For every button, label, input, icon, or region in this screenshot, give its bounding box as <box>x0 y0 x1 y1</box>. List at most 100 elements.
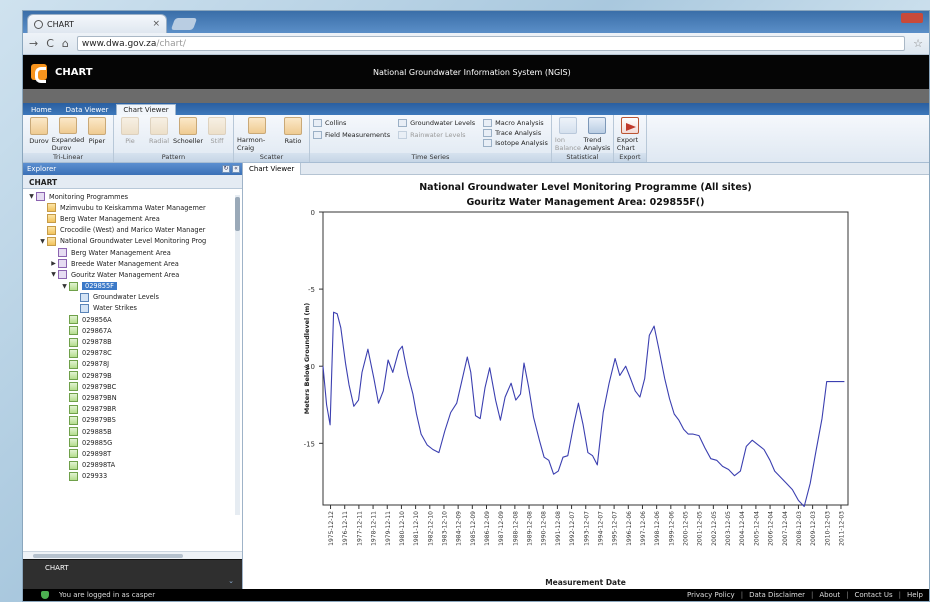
tab-data-viewer[interactable]: Data Viewer <box>60 104 115 115</box>
durov-button[interactable]: Durov <box>26 117 52 152</box>
tree-vertical-scrollbar[interactable] <box>235 195 240 515</box>
tree-node[interactable]: ▶ Breede Water Management Area <box>23 258 242 269</box>
tree-node[interactable]: 029879B <box>23 370 242 381</box>
tree-node[interactable]: 029898T <box>23 448 242 459</box>
tree-node[interactable]: 029879BN <box>23 392 242 403</box>
tree-node[interactable]: 029856A <box>23 314 242 325</box>
refresh-icon[interactable]: ↻ <box>222 165 230 173</box>
x-tick-label: 2009-12-03 <box>810 511 817 546</box>
footer-link[interactable]: Data Disclaimer <box>749 591 805 599</box>
trend-analysis-button[interactable]: Trend Analysis <box>584 117 610 152</box>
tab-chart-viewer-panel[interactable]: Chart Viewer <box>243 163 302 175</box>
isotope-analysis-button[interactable]: Isotope Analysis <box>483 139 548 147</box>
radial-button[interactable]: Radial <box>146 117 172 152</box>
footer-link[interactable]: About <box>819 591 840 599</box>
tree-node-label: 029879B <box>82 371 112 380</box>
stiff-button[interactable]: Stiff <box>204 117 230 152</box>
tree-node[interactable]: Mzimvubu to Keiskamma Water Managemer <box>23 202 242 213</box>
schoeller-button[interactable]: Schoeller <box>173 117 203 152</box>
footer-link[interactable]: Privacy Policy <box>687 591 735 599</box>
tree-node[interactable]: 029885B <box>23 426 242 437</box>
expand-toggle-icon[interactable]: ▶ <box>49 260 58 267</box>
tab-chart-viewer[interactable]: Chart Viewer <box>116 104 176 115</box>
tree-node[interactable]: ▼ National Groundwater Level Monitoring P… <box>23 236 242 247</box>
expanded-durov-button[interactable]: Expanded Durov <box>52 117 84 152</box>
expand-toggle-icon[interactable]: ▼ <box>27 193 36 200</box>
tree-node[interactable]: Groundwater Levels <box>23 292 242 303</box>
expand-toggle-icon[interactable]: ▼ <box>60 283 69 290</box>
tree-node[interactable]: 029878B <box>23 336 242 347</box>
groundwater-levels-button[interactable]: Groundwater Levels <box>398 119 475 127</box>
tree-node[interactable]: Berg Water Management Area <box>23 213 242 224</box>
back-arrow-icon[interactable]: → <box>29 37 38 50</box>
tab-home[interactable]: Home <box>25 104 58 115</box>
folder-icon <box>47 236 56 246</box>
footer-separator: | <box>846 591 849 599</box>
tree-node[interactable]: ▼ Gouritz Water Management Area <box>23 269 242 280</box>
address-bar-row: → C ⌂ www.dwa.gov.za/chart/ ☆ <box>23 33 929 55</box>
site-icon <box>69 471 78 481</box>
tree-node[interactable]: 029867A <box>23 325 242 336</box>
x-tick-label: 2005-12-04 <box>753 511 760 546</box>
site-icon <box>69 438 78 448</box>
tree-node[interactable]: 029879BS <box>23 415 242 426</box>
group-export: Export Chart Export <box>613 115 647 162</box>
y-tick-label: -5 <box>308 286 315 294</box>
expand-toggle-icon[interactable]: ▼ <box>38 238 47 245</box>
bookmark-star-icon[interactable]: ☆ <box>913 37 923 50</box>
tree-node[interactable]: Berg Water Management Area <box>23 247 242 258</box>
ratio-button[interactable]: Ratio <box>280 117 306 152</box>
tree-hscroll-thumb[interactable] <box>33 554 183 558</box>
group-name-scatter: Scatter <box>234 153 309 162</box>
group-name-time-series: Time Series <box>310 153 551 162</box>
rainwater-levels-button[interactable]: Rainwater Levels <box>398 131 475 139</box>
home-icon[interactable]: ⌂ <box>62 37 69 50</box>
tree-node[interactable]: 029879BC <box>23 381 242 392</box>
folder-icon <box>47 214 56 224</box>
tree-node[interactable]: 029878C <box>23 348 242 359</box>
new-tab-button[interactable] <box>170 18 198 30</box>
piper-button[interactable]: Piper <box>84 117 110 152</box>
export-chart-label: Export Chart <box>616 136 639 152</box>
tree-node[interactable]: 029878J <box>23 359 242 370</box>
footer-link[interactable]: Help <box>907 591 923 599</box>
macro-analysis-button[interactable]: Macro Analysis <box>483 119 548 127</box>
close-tab-icon[interactable]: × <box>152 19 160 29</box>
browser-tab[interactable]: CHART × <box>27 14 167 33</box>
expand-toggle-icon[interactable]: ▼ <box>49 271 58 278</box>
pie-button[interactable]: Pie <box>117 117 143 152</box>
x-tick-label: 1991-12-08 <box>555 511 562 546</box>
tree-node[interactable]: ▼ Monitoring Programmes <box>23 191 242 202</box>
tree-node-label: Mzimvubu to Keiskamma Water Managemer <box>60 203 206 212</box>
field-measurements-button[interactable]: Field Measurements <box>313 131 390 139</box>
window-close-button[interactable] <box>901 13 923 23</box>
x-tick-label: 2011-12-03 <box>838 511 845 546</box>
harmon-craig-button[interactable]: Harmon-Craig <box>237 117 277 152</box>
collins-button[interactable]: Collins <box>313 119 390 127</box>
tree-node[interactable]: 029933 <box>23 471 242 482</box>
tree-node[interactable]: Crocodile (West) and Marico Water Manage… <box>23 225 242 236</box>
chart-title: National Groundwater Level Monitoring Pr… <box>419 182 752 193</box>
export-chart-button[interactable]: Export Chart <box>617 117 643 152</box>
ion-balance-button[interactable]: Ion Balance <box>555 117 581 152</box>
tree-node[interactable]: ▼ 029855F <box>23 281 242 292</box>
x-tick-label: 1988-12-08 <box>512 511 519 546</box>
x-tick-label: 1981-12-10 <box>413 511 420 546</box>
tree-node-label: Berg Water Management Area <box>71 248 171 257</box>
trace-analysis-button[interactable]: Trace Analysis <box>483 129 548 137</box>
footer-link[interactable]: Contact Us <box>854 591 892 599</box>
tree-node[interactable]: 029885G <box>23 437 242 448</box>
page-icon <box>34 19 43 29</box>
tree-node[interactable]: Water Strikes <box>23 303 242 314</box>
browser-window: CHART × → C ⌂ www.dwa.gov.za/chart/ ☆ C H… <box>22 10 930 602</box>
reload-icon[interactable]: C <box>46 37 54 50</box>
tree-node[interactable]: 029898TA <box>23 460 242 471</box>
site-icon <box>69 404 78 414</box>
url-input[interactable]: www.dwa.gov.za/chart/ <box>76 36 906 51</box>
tree-scroll-thumb[interactable] <box>235 197 240 231</box>
tree-horizontal-scrollbar[interactable] <box>23 551 242 559</box>
collapse-panel-icon[interactable]: « <box>232 165 240 173</box>
expand-icon[interactable]: ⌄ <box>228 577 234 585</box>
tree-node[interactable]: 029879BR <box>23 404 242 415</box>
trace-analysis-label: Trace Analysis <box>495 129 542 137</box>
